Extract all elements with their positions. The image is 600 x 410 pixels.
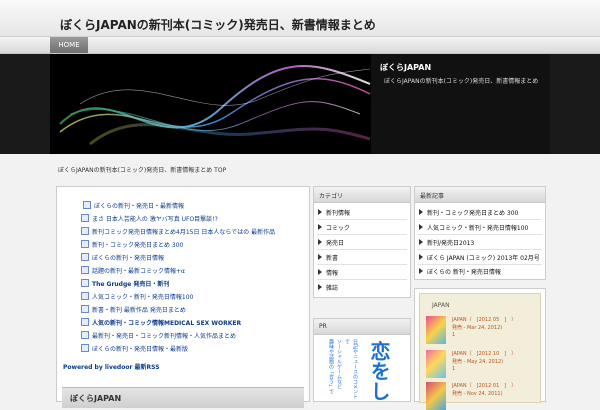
entry-link[interactable]: 人気の新刊・コミック情報MEDICAL SEX WORKER xyxy=(81,318,241,327)
book-title-link[interactable]: JAPAN（ [2012 05 ] ） xyxy=(452,316,516,323)
ad-subtext: ソーシャルゲームなど xyxy=(336,339,342,389)
header-banner-image xyxy=(50,54,371,154)
entry-link[interactable]: 話題の新刊・最新コミック情報+α xyxy=(81,266,185,275)
breadcrumb[interactable]: ぼくらJAPANの新刊本(コミック)発売日、新書情報まとめ TOP xyxy=(58,165,226,174)
pr-header: PR xyxy=(319,323,327,330)
entry-link[interactable]: 最新刊・発売日・コミック新刊情報・人気作品まとめ xyxy=(81,331,236,340)
divider xyxy=(418,264,542,265)
recent-article-link[interactable]: 新刊・コミック発売日まとめ 300 xyxy=(419,208,518,217)
arrow-right-icon xyxy=(419,209,423,215)
book-title-link[interactable]: JAPAN（ [2012 01 ] ） xyxy=(452,382,516,389)
page-icon xyxy=(81,214,89,222)
arrow-right-icon xyxy=(419,239,423,245)
category-item[interactable]: コミック xyxy=(318,223,350,232)
header-blog-name[interactable]: ぼくらJAPAN xyxy=(380,62,431,73)
page-icon xyxy=(81,318,89,326)
site-title[interactable]: ぼくらJAPANの新刊本(コミック)発売日、新書情報まとめ xyxy=(60,16,376,33)
category-item[interactable]: 情報 xyxy=(318,268,338,277)
arrow-right-icon xyxy=(318,269,322,275)
category-item[interactable]: 新書 xyxy=(318,253,338,262)
arrow-right-icon xyxy=(318,254,322,260)
recent-article-link[interactable]: 人気コミック・新刊・発売日情報100 xyxy=(419,223,528,232)
ad-subtext: 日記やニュースのコメントで xyxy=(344,339,358,399)
entry-link[interactable]: 人気コミック・新刊・発売日情報100 xyxy=(81,292,193,301)
page-icon xyxy=(81,305,89,313)
arrow-right-icon xyxy=(318,224,322,230)
divider xyxy=(317,249,407,250)
page-icon xyxy=(81,253,89,261)
header-blog-description: ぼくらJAPANの新刊本(コミック)発売日、新書情報まとめ xyxy=(384,78,539,85)
light-wave-graphic xyxy=(50,54,371,154)
blog-title[interactable]: ぼくらJAPAN xyxy=(70,393,121,404)
divider xyxy=(418,219,542,220)
entry-link[interactable]: 新刊コミック発売日情報まとめ4月15日 日本人ならではの 最新作品 xyxy=(81,227,275,236)
book-title-link[interactable]: JAPAN（ [2012 10 ] ） xyxy=(452,350,516,357)
page-icon xyxy=(81,227,89,235)
divider xyxy=(317,279,407,280)
divider xyxy=(317,234,407,235)
book-cover-image[interactable] xyxy=(426,382,446,410)
recent-article-link[interactable]: ぼくらの 新刊・発売日情報 xyxy=(419,267,501,276)
arrow-right-icon xyxy=(318,209,322,215)
pr-header-bar: PR xyxy=(314,319,410,335)
page-icon xyxy=(81,331,89,339)
book-cover-image[interactable] xyxy=(426,316,446,344)
category-header: カテゴリ xyxy=(319,193,344,200)
arrow-right-icon xyxy=(419,224,423,230)
entry-link[interactable]: ぼくらの新刊・発売日情報 xyxy=(81,253,164,262)
arrow-right-icon xyxy=(419,268,423,274)
entry-link[interactable]: ぼくらの新刊・発売日情報・最新版 xyxy=(81,344,188,353)
page-icon xyxy=(81,240,89,248)
entry-link[interactable]: 新書・新刊 最新作品 発売日まとめ xyxy=(81,305,186,314)
nav-bar: HOME xyxy=(0,37,600,54)
entry-link[interactable]: The Grudge 発売日・新刊 xyxy=(81,279,169,288)
recent-article-link[interactable]: ぼくら JAPAN (コミック) 2013年 02月号 xyxy=(419,253,540,262)
category-item[interactable]: 雑誌 xyxy=(318,283,338,292)
entry-link[interactable]: まさ 日本人芸能人の 激ヤバ写真 UFO目撃談!? xyxy=(81,214,218,223)
arrow-right-icon xyxy=(419,254,423,260)
ad-subtext: 趣味や話題の「合う」で xyxy=(328,339,334,394)
category-header-bar: カテゴリ xyxy=(314,187,410,203)
book-release-date: 発売 - May 24, 2012) xyxy=(452,359,504,365)
recent-header: 最新記事 xyxy=(420,193,445,200)
entry-link[interactable]: 新刊・コミック発売日まとめ 300 xyxy=(81,240,183,249)
top-bar: ぼくらJAPANの新刊本(コミック)発売日、新書情報まとめ xyxy=(0,0,600,37)
arrow-right-icon xyxy=(318,239,322,245)
divider xyxy=(317,264,407,265)
page-icon xyxy=(81,292,89,300)
page-icon xyxy=(81,266,89,274)
book-release-date: 発売 - Nov 24, 2011) xyxy=(452,391,503,397)
blog-title-bar: ぼくらJAPAN xyxy=(62,387,304,408)
pr-advertisement[interactable]: 日記やニュースのコメントで ソーシャルゲームなど 趣味や話題の「合う」で 恋をし xyxy=(317,337,403,401)
entry-link[interactable]: ぼくらの新刊・発売日・最新情報 xyxy=(83,201,184,210)
page-icon xyxy=(81,344,89,352)
divider xyxy=(418,249,542,250)
pr-box: PR 日記やニュースのコメントで ソーシャルゲームなど 趣味や話題の「合う」で … xyxy=(313,318,411,402)
book-release-date: 発売 - Mar 24, 2012) xyxy=(452,325,503,331)
japan-books-box: JAPAN JAPAN（ [2012 05 ] ） 発売 - Mar 24, 2… xyxy=(414,288,546,410)
japan-books-header: JAPAN xyxy=(432,302,450,309)
recent-article-link[interactable]: 新刊/発売日2013 xyxy=(419,238,474,247)
ad-headline: 恋をし xyxy=(367,341,391,401)
main-content: ぼくらの新刊・発売日・最新情報 まさ 日本人芸能人の 激ヤバ写真 UFO目撃談!… xyxy=(56,186,310,408)
recent-header-bar: 最新記事 xyxy=(415,187,545,203)
book-count: 1 xyxy=(452,366,456,372)
divider xyxy=(418,234,542,235)
recent-articles-sidebar: 最新記事 新刊・コミック発売日まとめ 300 人気コミック・新刊・発売日情報10… xyxy=(414,186,546,280)
page-icon xyxy=(81,279,89,287)
powered-by-link[interactable]: Powered by livedoor 最新RSS xyxy=(63,362,160,371)
nav-home-tab[interactable]: HOME xyxy=(50,37,88,53)
divider xyxy=(317,219,407,220)
page-icon xyxy=(83,201,91,209)
book-count: 1 xyxy=(452,332,456,338)
category-sidebar: カテゴリ 新刊情報 コミック 発売日 新書 情報 雑誌 xyxy=(313,186,411,298)
category-item[interactable]: 発売日 xyxy=(318,238,344,247)
category-item[interactable]: 新刊情報 xyxy=(318,208,350,217)
japan-books-panel: JAPAN JAPAN（ [2012 05 ] ） 発売 - Mar 24, 2… xyxy=(419,293,541,410)
arrow-right-icon xyxy=(318,284,322,290)
book-cover-image[interactable] xyxy=(426,350,446,378)
